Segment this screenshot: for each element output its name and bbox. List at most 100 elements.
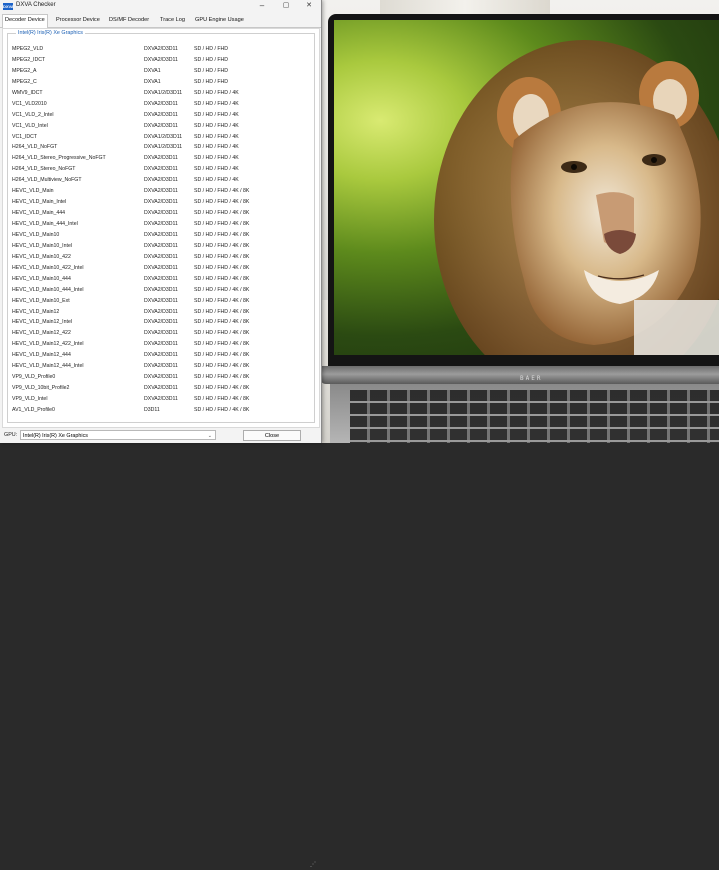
decoder-api: DXVA2/D3D11 xyxy=(144,308,178,315)
decoder-row[interactable]: AV1_VLD_Profile0 D3D11 SD / HD / FHD / 4K … xyxy=(10,405,310,416)
decoder-resolutions: SD / HD / FHD / 4K / 8K xyxy=(194,286,250,293)
decoder-api: DXVA1 xyxy=(144,78,161,85)
decoder-name: WMV9_IDCT xyxy=(12,89,43,96)
decoder-resolutions: SD / HD / FHD / 4K / 8K xyxy=(194,210,250,217)
decoder-row[interactable]: MPEG2_A DXVA1 SD / HD / FHD xyxy=(10,66,310,77)
decoder-api: DXVA2/D3D11 xyxy=(144,122,178,129)
decoder-api: DXVA2/D3D11 xyxy=(144,385,178,392)
window-title: DXVA Checker xyxy=(16,2,56,8)
decoder-row[interactable]: MPEG2_VLD DXVA2/D3D11 SD / HD / FHD xyxy=(10,44,310,55)
decoder-name: HEVC_VLD_Main10 xyxy=(12,231,60,238)
decoder-api: DXVA2/D3D11 xyxy=(144,330,178,337)
decoder-api: DXVA2/D3D11 xyxy=(144,46,178,52)
decoder-resolutions: SD / HD / FHD / 4K / 8K xyxy=(194,242,250,249)
decoder-api: DXVA2/D3D11 xyxy=(144,264,178,271)
decoder-row[interactable]: HEVC_VLD_Main_444 DXVA2/D3D11 SD / HD / FH… xyxy=(10,208,310,219)
tab-processor-device[interactable]: Processor Device xyxy=(54,15,102,26)
minimize-button[interactable]: – xyxy=(250,0,274,12)
decoder-api: DXVA2/D3D11 xyxy=(144,341,178,348)
tab-ds-mf-decoder[interactable]: DS/MF Decoder xyxy=(107,15,151,26)
title-bar[interactable]: DXVA DXVA Checker – ▢ ✕ xyxy=(0,0,321,13)
decoder-row[interactable]: HEVC_VLD_Main12 DXVA2/D3D11 SD / HD / FHD … xyxy=(10,307,310,318)
decoder-api: DXVA2/D3D11 xyxy=(144,166,178,173)
decoder-api: DXVA2/D3D11 xyxy=(144,199,178,206)
close-button[interactable]: Close xyxy=(243,430,301,441)
lion-wallpaper xyxy=(434,40,719,355)
decoder-name: MPEG2_VLD xyxy=(12,46,44,52)
decoder-api: DXVA1/2/D3D11 xyxy=(144,89,183,96)
decoder-resolutions: SD / HD / FHD / 4K xyxy=(194,100,239,107)
decoder-row[interactable]: VC1_VLD_Intel DXVA2/D3D11 SD / HD / FHD / … xyxy=(10,121,310,132)
decoder-row[interactable]: HEVC_VLD_Main12_422 DXVA2/D3D11 SD / HD / … xyxy=(10,328,310,339)
decoder-name: HEVC_VLD_Main xyxy=(12,188,54,195)
decoder-row[interactable]: HEVC_VLD_Main12_Intel DXVA2/D3D11 SD / HD … xyxy=(10,317,310,328)
decoder-resolutions: SD / HD / FHD / 4K / 8K xyxy=(194,231,250,238)
decoder-row[interactable]: MPEG2_IDCT DXVA2/D3D11 SD / HD / FHD xyxy=(10,55,310,66)
decoder-row[interactable]: HEVC_VLD_Main10_444 DXVA2/D3D11 SD / HD / … xyxy=(10,274,310,285)
decoder-row[interactable]: VC1_VLD_2_Intel DXVA2/D3D11 SD / HD / FHD … xyxy=(10,110,310,121)
decoder-api: DXVA1/2/D3D11 xyxy=(144,133,183,140)
decoder-row[interactable]: HEVC_VLD_Main12_444 DXVA2/D3D11 SD / HD / … xyxy=(10,350,310,361)
decoder-resolutions: SD / HD / FHD xyxy=(194,78,229,85)
decoder-name: VC1_VLD_2_Intel xyxy=(12,111,54,118)
decoder-row[interactable]: HEVC_VLD_Main10_Intel DXVA2/D3D11 SD / HD … xyxy=(10,241,310,252)
decoder-resolutions: SD / HD / FHD / 4K xyxy=(194,89,239,96)
decoder-row[interactable]: HEVC_VLD_Main12_422_Intel DXVA2/D3D11 SD /… xyxy=(10,339,310,350)
decoder-resolutions: SD / HD / FHD / 4K / 8K xyxy=(194,297,250,304)
decoder-row[interactable]: HEVC_VLD_Main10_422_Intel DXVA2/D3D11 SD /… xyxy=(10,263,310,274)
decoder-row[interactable]: VP9_VLD_Profile0 DXVA2/D3D11 SD / HD / FHD… xyxy=(10,372,310,383)
decoder-api: DXVA2/D3D11 xyxy=(144,100,178,107)
decoder-api: DXVA2/D3D11 xyxy=(144,363,178,370)
decoder-api: DXVA2/D3D11 xyxy=(144,111,178,118)
decoder-name: MPEG2_C xyxy=(12,78,37,85)
decoder-row[interactable]: HEVC_VLD_Main10_Ext DXVA2/D3D11 SD / HD / … xyxy=(10,296,310,307)
decoder-resolutions: SD / HD / FHD xyxy=(194,67,229,74)
decoder-row[interactable]: H264_VLD_Multiview_NoFGT DXVA2/D3D11 SD / … xyxy=(10,175,310,186)
decoder-row[interactable]: VP9_VLD_Intel DXVA2/D3D11 SD / HD / FHD / … xyxy=(10,394,310,405)
decoder-row[interactable]: HEVC_VLD_Main10 DXVA2/D3D11 SD / HD / FHD … xyxy=(10,230,310,241)
tab-trace-log[interactable]: Trace Log xyxy=(158,15,187,26)
decoder-resolutions: SD / HD / FHD / 4K / 8K xyxy=(194,374,250,381)
decoder-row[interactable]: WMV9_IDCT DXVA1/2/D3D11 SD / HD / FHD / 4K xyxy=(10,88,310,99)
decoder-row[interactable]: VP9_VLD_10bit_Profile2 DXVA2/D3D11 SD / HD… xyxy=(10,383,310,394)
decoder-row[interactable]: HEVC_VLD_Main_444_Intel DXVA2/D3D11 SD / H… xyxy=(10,219,310,230)
decoder-name: HEVC_VLD_Main12_422 xyxy=(12,330,71,337)
decoder-row[interactable]: H264_VLD_Stereo_NoFGT DXVA2/D3D11 SD / HD … xyxy=(10,164,310,175)
laptop-brand-logo: BAER xyxy=(520,375,543,382)
decoder-api: DXVA2/D3D11 xyxy=(144,155,178,162)
decoder-resolutions: SD / HD / FHD / 4K / 8K xyxy=(194,199,250,206)
decoder-api: DXVA1/2/D3D11 xyxy=(144,144,183,151)
chevron-down-icon: ⌄ xyxy=(207,433,212,439)
decoder-row[interactable]: VC1_VLD2010 DXVA2/D3D11 SD / HD / FHD / 4K xyxy=(10,99,310,110)
decoder-row[interactable]: HEVC_VLD_Main DXVA2/D3D11 SD / HD / FHD / … xyxy=(10,186,310,197)
decoder-name: HEVC_VLD_Main10_Ext xyxy=(12,297,70,304)
decoder-row[interactable]: HEVC_VLD_Main12_444_Intel DXVA2/D3D11 SD /… xyxy=(10,361,310,372)
decoder-row[interactable]: H264_VLD_NoFGT DXVA1/2/D3D11 SD / HD / FHD… xyxy=(10,142,310,153)
maximize-button[interactable]: ▢ xyxy=(274,0,298,12)
decoder-resolutions: SD / HD / FHD / 4K xyxy=(194,144,239,151)
decoder-name: HEVC_VLD_Main_444_Intel xyxy=(12,221,78,227)
resize-grip-icon[interactable]: ⋰ xyxy=(310,861,319,870)
decoder-list[interactable]: MPEG2_VLD DXVA2/D3D11 SD / HD / FHD MPEG2_I… xyxy=(10,44,310,416)
decoder-resolutions: SD / HD / FHD / 4K xyxy=(194,111,239,118)
decoder-row[interactable]: HEVC_VLD_Main_Intel DXVA2/D3D11 SD / HD / … xyxy=(10,197,310,208)
decoder-device-panel: Intel(R) Iris(R) Xe Graphics MPEG2_VLD DX… xyxy=(2,28,320,428)
decoder-name: HEVC_VLD_Main10_422_Intel xyxy=(12,264,84,271)
decoder-row[interactable]: HEVC_VLD_Main10_444_Intel DXVA2/D3D11 SD /… xyxy=(10,285,310,296)
decoder-api: DXVA2/D3D11 xyxy=(144,297,178,304)
tab-gpu-engine-usage[interactable]: GPU Engine Usage xyxy=(193,15,246,26)
decoder-name: H264_VLD_Multiview_NoFGT xyxy=(12,177,82,184)
close-window-button[interactable]: ✕ xyxy=(297,0,321,12)
decoder-name: VC1_IDCT xyxy=(12,133,38,140)
decoder-resolutions: SD / HD / FHD / 4K / 8K xyxy=(194,319,250,326)
tab-decoder-device[interactable]: Decoder Device xyxy=(2,14,48,28)
decoder-resolutions: SD / HD / FHD / 4K / 8K xyxy=(194,396,250,402)
decoder-resolutions: SD / HD / FHD / 4K / 8K xyxy=(194,341,250,348)
decoder-resolutions: SD / HD / FHD / 4K / 8K xyxy=(194,188,250,195)
decoder-row[interactable]: VC1_IDCT DXVA1/2/D3D11 SD / HD / FHD / 4K xyxy=(10,132,310,143)
decoder-api: DXVA2/D3D11 xyxy=(144,221,178,227)
decoder-row[interactable]: HEVC_VLD_Main10_422 DXVA2/D3D11 SD / HD / … xyxy=(10,252,310,263)
gpu-select[interactable]: Intel(R) Iris(R) Xe Graphics ⌄ xyxy=(20,430,216,440)
decoder-row[interactable]: H264_VLD_Stereo_Progressive_NoFGT DXVA2/D… xyxy=(10,153,310,164)
decoder-row[interactable]: MPEG2_C DXVA1 SD / HD / FHD xyxy=(10,77,310,88)
